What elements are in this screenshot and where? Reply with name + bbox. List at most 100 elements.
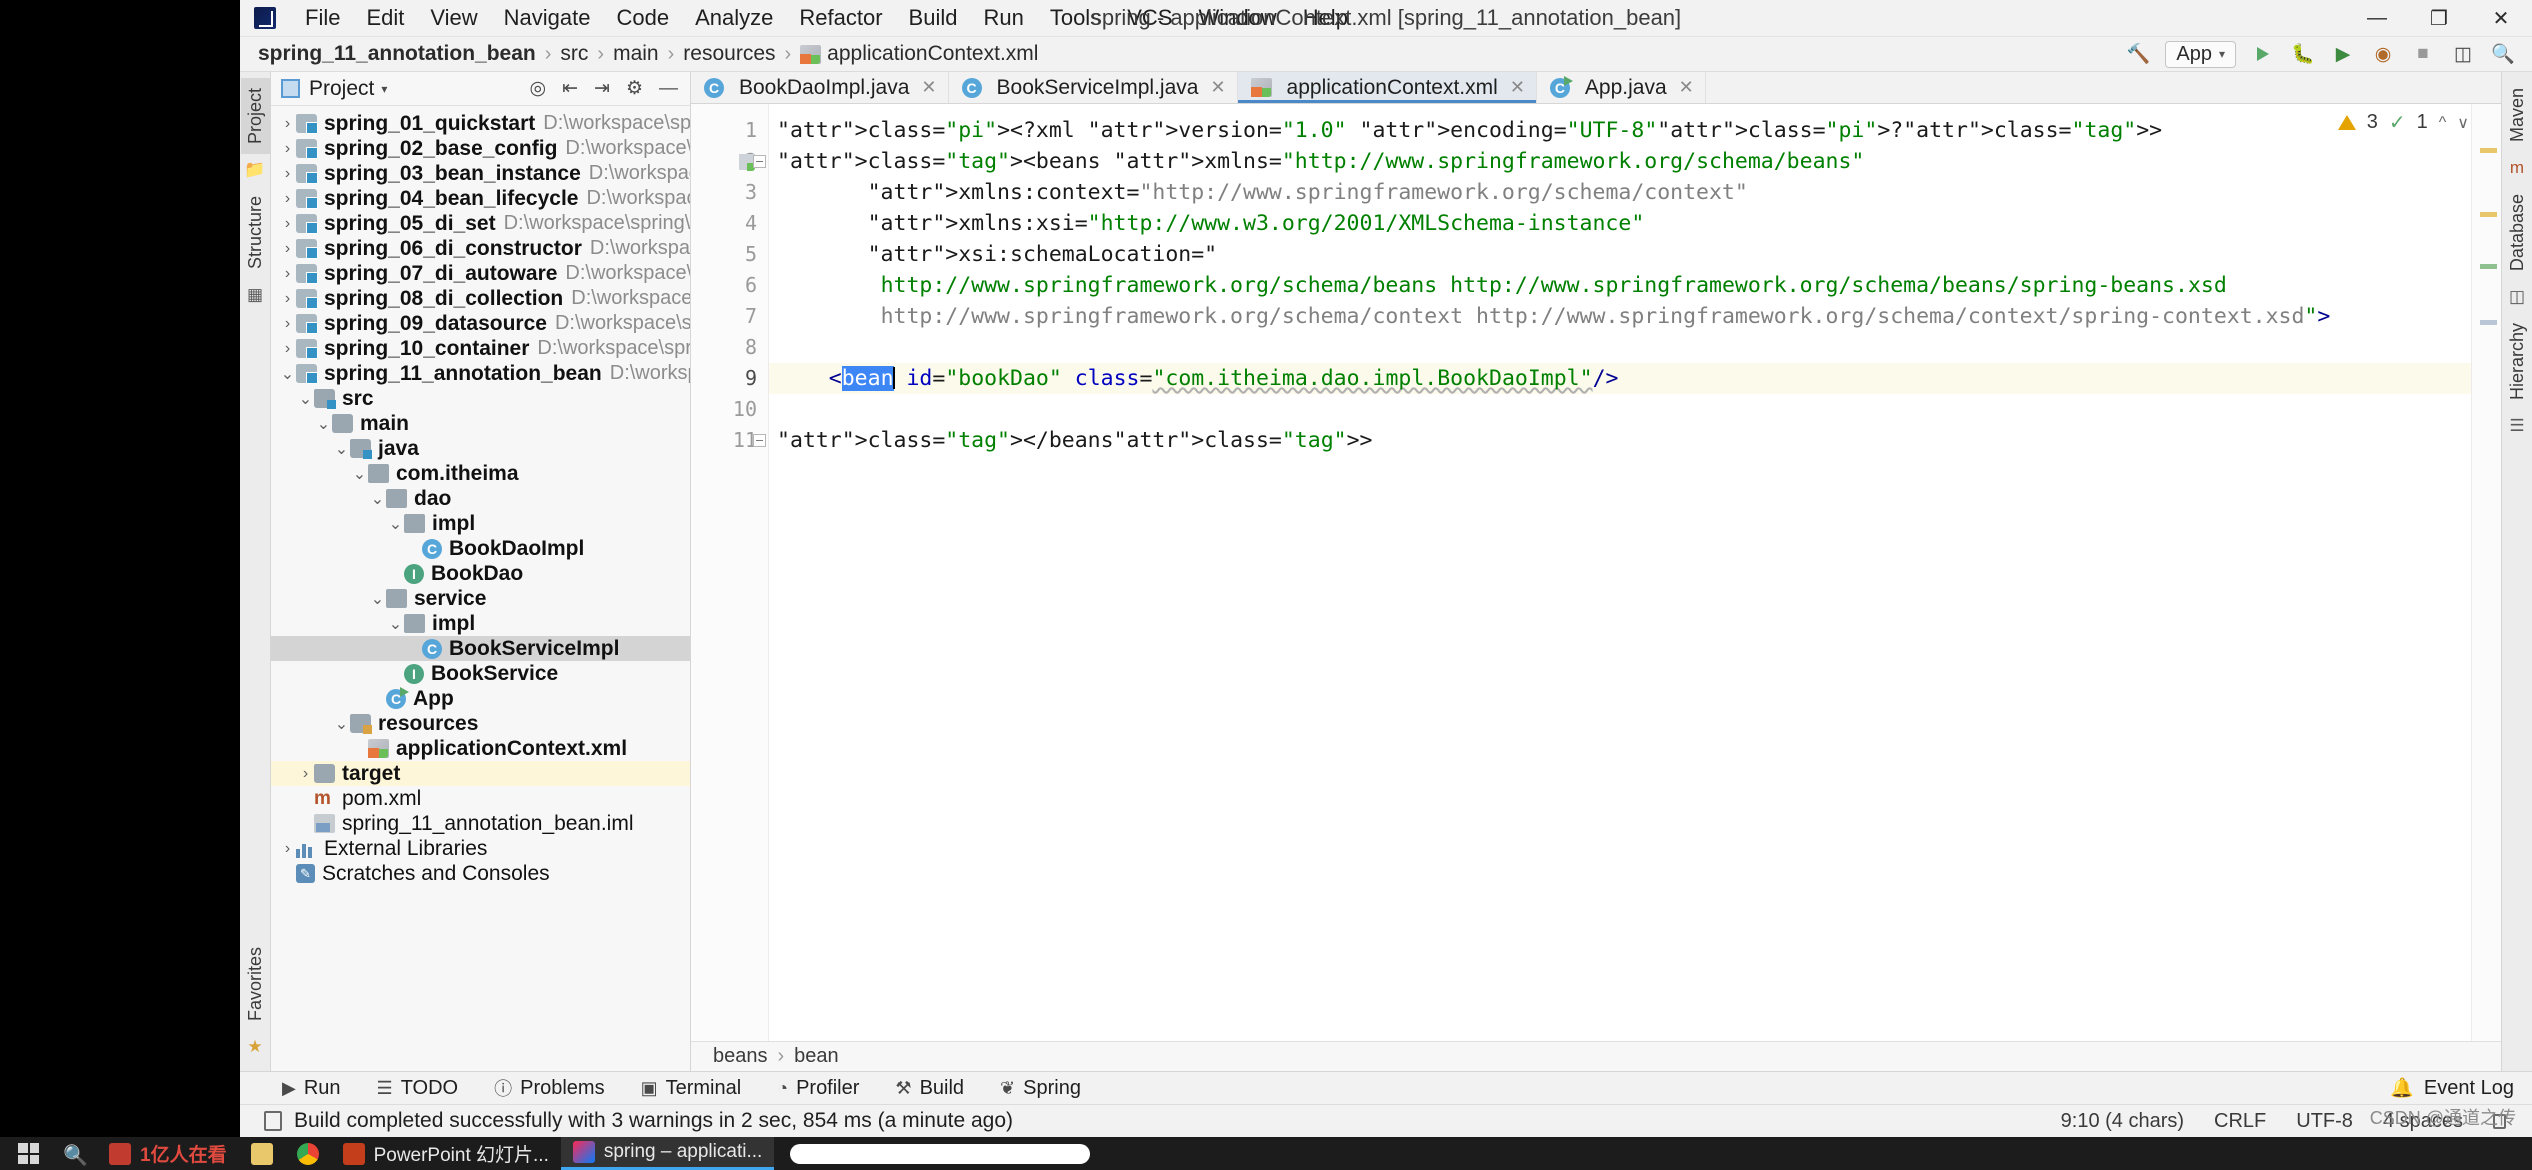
code-line-9[interactable]: <bean id="bookDao" class="com.itheima.da… — [769, 363, 2471, 394]
tree-node-external-libraries[interactable]: › External Libraries — [271, 836, 690, 861]
taskbar-search-box[interactable] — [790, 1143, 1091, 1164]
chevron-down-icon[interactable]: ⌄ — [387, 614, 404, 634]
tool-window-build[interactable]: ⚒ Build — [877, 1077, 982, 1100]
chevron-down-icon[interactable]: ⌄ — [279, 364, 296, 384]
gutter-line-2[interactable]: 2 — [691, 146, 768, 177]
menu-run[interactable]: Run — [970, 1, 1036, 35]
chevron-right-icon[interactable]: › — [387, 565, 404, 583]
close-icon[interactable]: ✕ — [1210, 77, 1225, 98]
tree-node-bookdaoimpl[interactable]: ›C BookDaoImpl — [271, 536, 690, 561]
tool-tab-hierarchy[interactable]: Hierarchy — [2503, 313, 2532, 410]
gutter-line-9[interactable]: 9 — [691, 363, 768, 394]
debug-icon[interactable]: 🐛 — [2290, 41, 2316, 67]
chevron-down-icon[interactable]: ⌄ — [387, 514, 404, 534]
tool-tab-structure[interactable]: Structure — [241, 186, 270, 279]
gutter-line-1[interactable]: 1 — [691, 115, 768, 146]
start-button[interactable] — [6, 1137, 51, 1170]
chevron-right-icon[interactable]: › — [279, 290, 296, 308]
chevron-right-icon[interactable]: › — [279, 315, 296, 333]
tree-node-spring-11-annotation-bean-iml[interactable]: › spring_11_annotation_bean.iml — [271, 811, 690, 836]
gutter-line-4[interactable]: 4 — [691, 208, 768, 239]
gutter-line-11[interactable]: 11 — [691, 425, 768, 456]
file-encoding[interactable]: UTF-8 — [2296, 1110, 2353, 1133]
tree-node-pom-xml[interactable]: ›m pom.xml — [271, 786, 690, 811]
chevron-right-icon[interactable]: › — [279, 340, 296, 358]
editor-tab-bookdaoimpl-java[interactable]: C BookDaoImpl.java ✕ — [691, 72, 949, 103]
code-line-3[interactable]: "attr">xmlns:context="http://www.springf… — [769, 177, 2471, 208]
tool-tab-database[interactable]: Database — [2503, 184, 2532, 281]
editor-breadcrumb-beans[interactable]: beans — [713, 1045, 768, 1068]
code-fold-icon[interactable] — [753, 155, 766, 168]
chevron-right-icon[interactable]: › — [279, 165, 296, 183]
code-fold-icon[interactable] — [753, 434, 766, 447]
stop-icon[interactable]: ■ — [2410, 41, 2436, 67]
inspection-widget[interactable]: 3 ✓ 1 ^ ∨ — [2337, 110, 2469, 135]
chevron-right-icon[interactable]: › — [279, 140, 296, 158]
chevron-down-icon[interactable]: ⌄ — [351, 464, 368, 484]
menu-file[interactable]: File — [292, 1, 353, 35]
tree-node-spring-01-quickstart[interactable]: › spring_01_quickstart D:\workspace\spring… — [271, 111, 690, 136]
gutter-line-6[interactable]: 6 — [691, 270, 768, 301]
editor-tab-app-java[interactable]: C App.java ✕ — [1537, 72, 1706, 103]
chevron-right-icon[interactable]: › — [297, 790, 314, 808]
tree-node-bookserviceimpl[interactable]: ›C BookServiceImpl — [271, 636, 690, 661]
breadcrumb-file[interactable]: applicationContext.xml — [827, 42, 1038, 66]
tool-window-profiler[interactable]: ◔ Profiler — [759, 1077, 877, 1100]
tool-tab-maven[interactable]: Maven — [2503, 78, 2532, 152]
tree-node-impl[interactable]: ⌄ impl — [271, 611, 690, 636]
chevron-down-icon[interactable]: ⌄ — [297, 389, 314, 409]
chevron-down-icon[interactable]: ⌄ — [369, 589, 386, 609]
taskbar-search-icon[interactable]: 🔍 — [51, 1137, 97, 1170]
code-line-4[interactable]: "attr">xmlns:xsi="http://www.w3.org/2001… — [769, 208, 2471, 239]
maximize-button[interactable]: ❐ — [2408, 0, 2470, 37]
tree-node-resources[interactable]: ⌄ resources — [271, 711, 690, 736]
tree-node-scratches-and-consoles[interactable]: ›✎ Scratches and Consoles — [271, 861, 690, 886]
code-line-6[interactable]: http://www.springframework.org/schema/be… — [769, 270, 2471, 301]
chevron-down-icon[interactable]: ⌄ — [333, 439, 350, 459]
tree-node-spring-09-datasource[interactable]: › spring_09_datasource D:\workspace\spring… — [271, 311, 690, 336]
tree-node-spring-04-bean-lifecycle[interactable]: › spring_04_bean_lifecycle D:\workspace\sp… — [271, 186, 690, 211]
chevron-right-icon[interactable]: › — [279, 240, 296, 258]
breadcrumb-src[interactable]: src — [560, 42, 588, 66]
chevron-right-icon[interactable]: › — [297, 765, 314, 783]
editor-gutter[interactable]: 1234567891011 — [691, 104, 769, 1041]
code-line-11[interactable]: "attr">class="tag"></beans"attr">class="… — [769, 425, 2471, 456]
gear-icon[interactable]: ⚙ — [626, 77, 643, 100]
taskbar-item-intellij[interactable]: spring – applicati... — [560, 1137, 775, 1170]
chevron-right-icon[interactable]: › — [279, 215, 296, 233]
tree-node-spring-03-bean-instance[interactable]: › spring_03_bean_instance D:\workspace\spr… — [271, 161, 690, 186]
menu-navigate[interactable]: Navigate — [491, 1, 604, 35]
tree-node-spring-10-container[interactable]: › spring_10_container D:\workspace\spring\… — [271, 336, 690, 361]
locate-icon[interactable]: ◎ — [530, 77, 547, 100]
close-icon[interactable]: ✕ — [1679, 77, 1694, 98]
run-with-coverage-icon[interactable]: ▶ — [2330, 41, 2356, 67]
collapse-all-icon[interactable]: ⇥ — [594, 77, 610, 100]
chevron-right-icon[interactable]: › — [369, 690, 386, 708]
tree-node-main[interactable]: ⌄ main — [271, 411, 690, 436]
chevron-right-icon[interactable]: › — [279, 115, 296, 133]
next-problem-icon[interactable]: ∨ — [2457, 113, 2469, 133]
run-configuration-selector[interactable]: App ▾ — [2165, 40, 2236, 68]
hide-icon[interactable]: — — [659, 78, 678, 100]
chevron-right-icon[interactable]: › — [351, 740, 368, 758]
expand-all-icon[interactable]: ⇤ — [562, 77, 578, 100]
chevron-right-icon[interactable]: › — [279, 190, 296, 208]
previous-problem-icon[interactable]: ^ — [2439, 114, 2447, 132]
tree-node-app[interactable]: ›CApp — [271, 686, 690, 711]
line-separator[interactable]: CRLF — [2214, 1110, 2266, 1133]
tool-window-problems[interactable]: ⓘ Problems — [476, 1075, 622, 1101]
chevron-right-icon[interactable]: › — [279, 840, 296, 858]
menu-build[interactable]: Build — [896, 1, 971, 35]
tree-node-bookdao[interactable]: ›I BookDao — [271, 561, 690, 586]
taskbar-explorer-icon[interactable] — [239, 1137, 285, 1170]
tree-node-spring-02-base-config[interactable]: › spring_02_base_config D:\workspace\sprin… — [271, 136, 690, 161]
chevron-right-icon[interactable]: › — [297, 815, 314, 833]
chevron-down-icon[interactable]: ⌄ — [369, 489, 386, 509]
chevron-down-icon[interactable]: ▾ — [381, 82, 387, 96]
menu-analyze[interactable]: Analyze — [682, 1, 786, 35]
close-icon[interactable]: ✕ — [921, 77, 936, 98]
gutter-line-7[interactable]: 7 — [691, 301, 768, 332]
chevron-down-icon[interactable]: ⌄ — [333, 714, 350, 734]
editor-tab-applicationcontext-xml[interactable]: applicationContext.xml ✕ — [1237, 72, 1537, 103]
tree-node-service[interactable]: ⌄ service — [271, 586, 690, 611]
